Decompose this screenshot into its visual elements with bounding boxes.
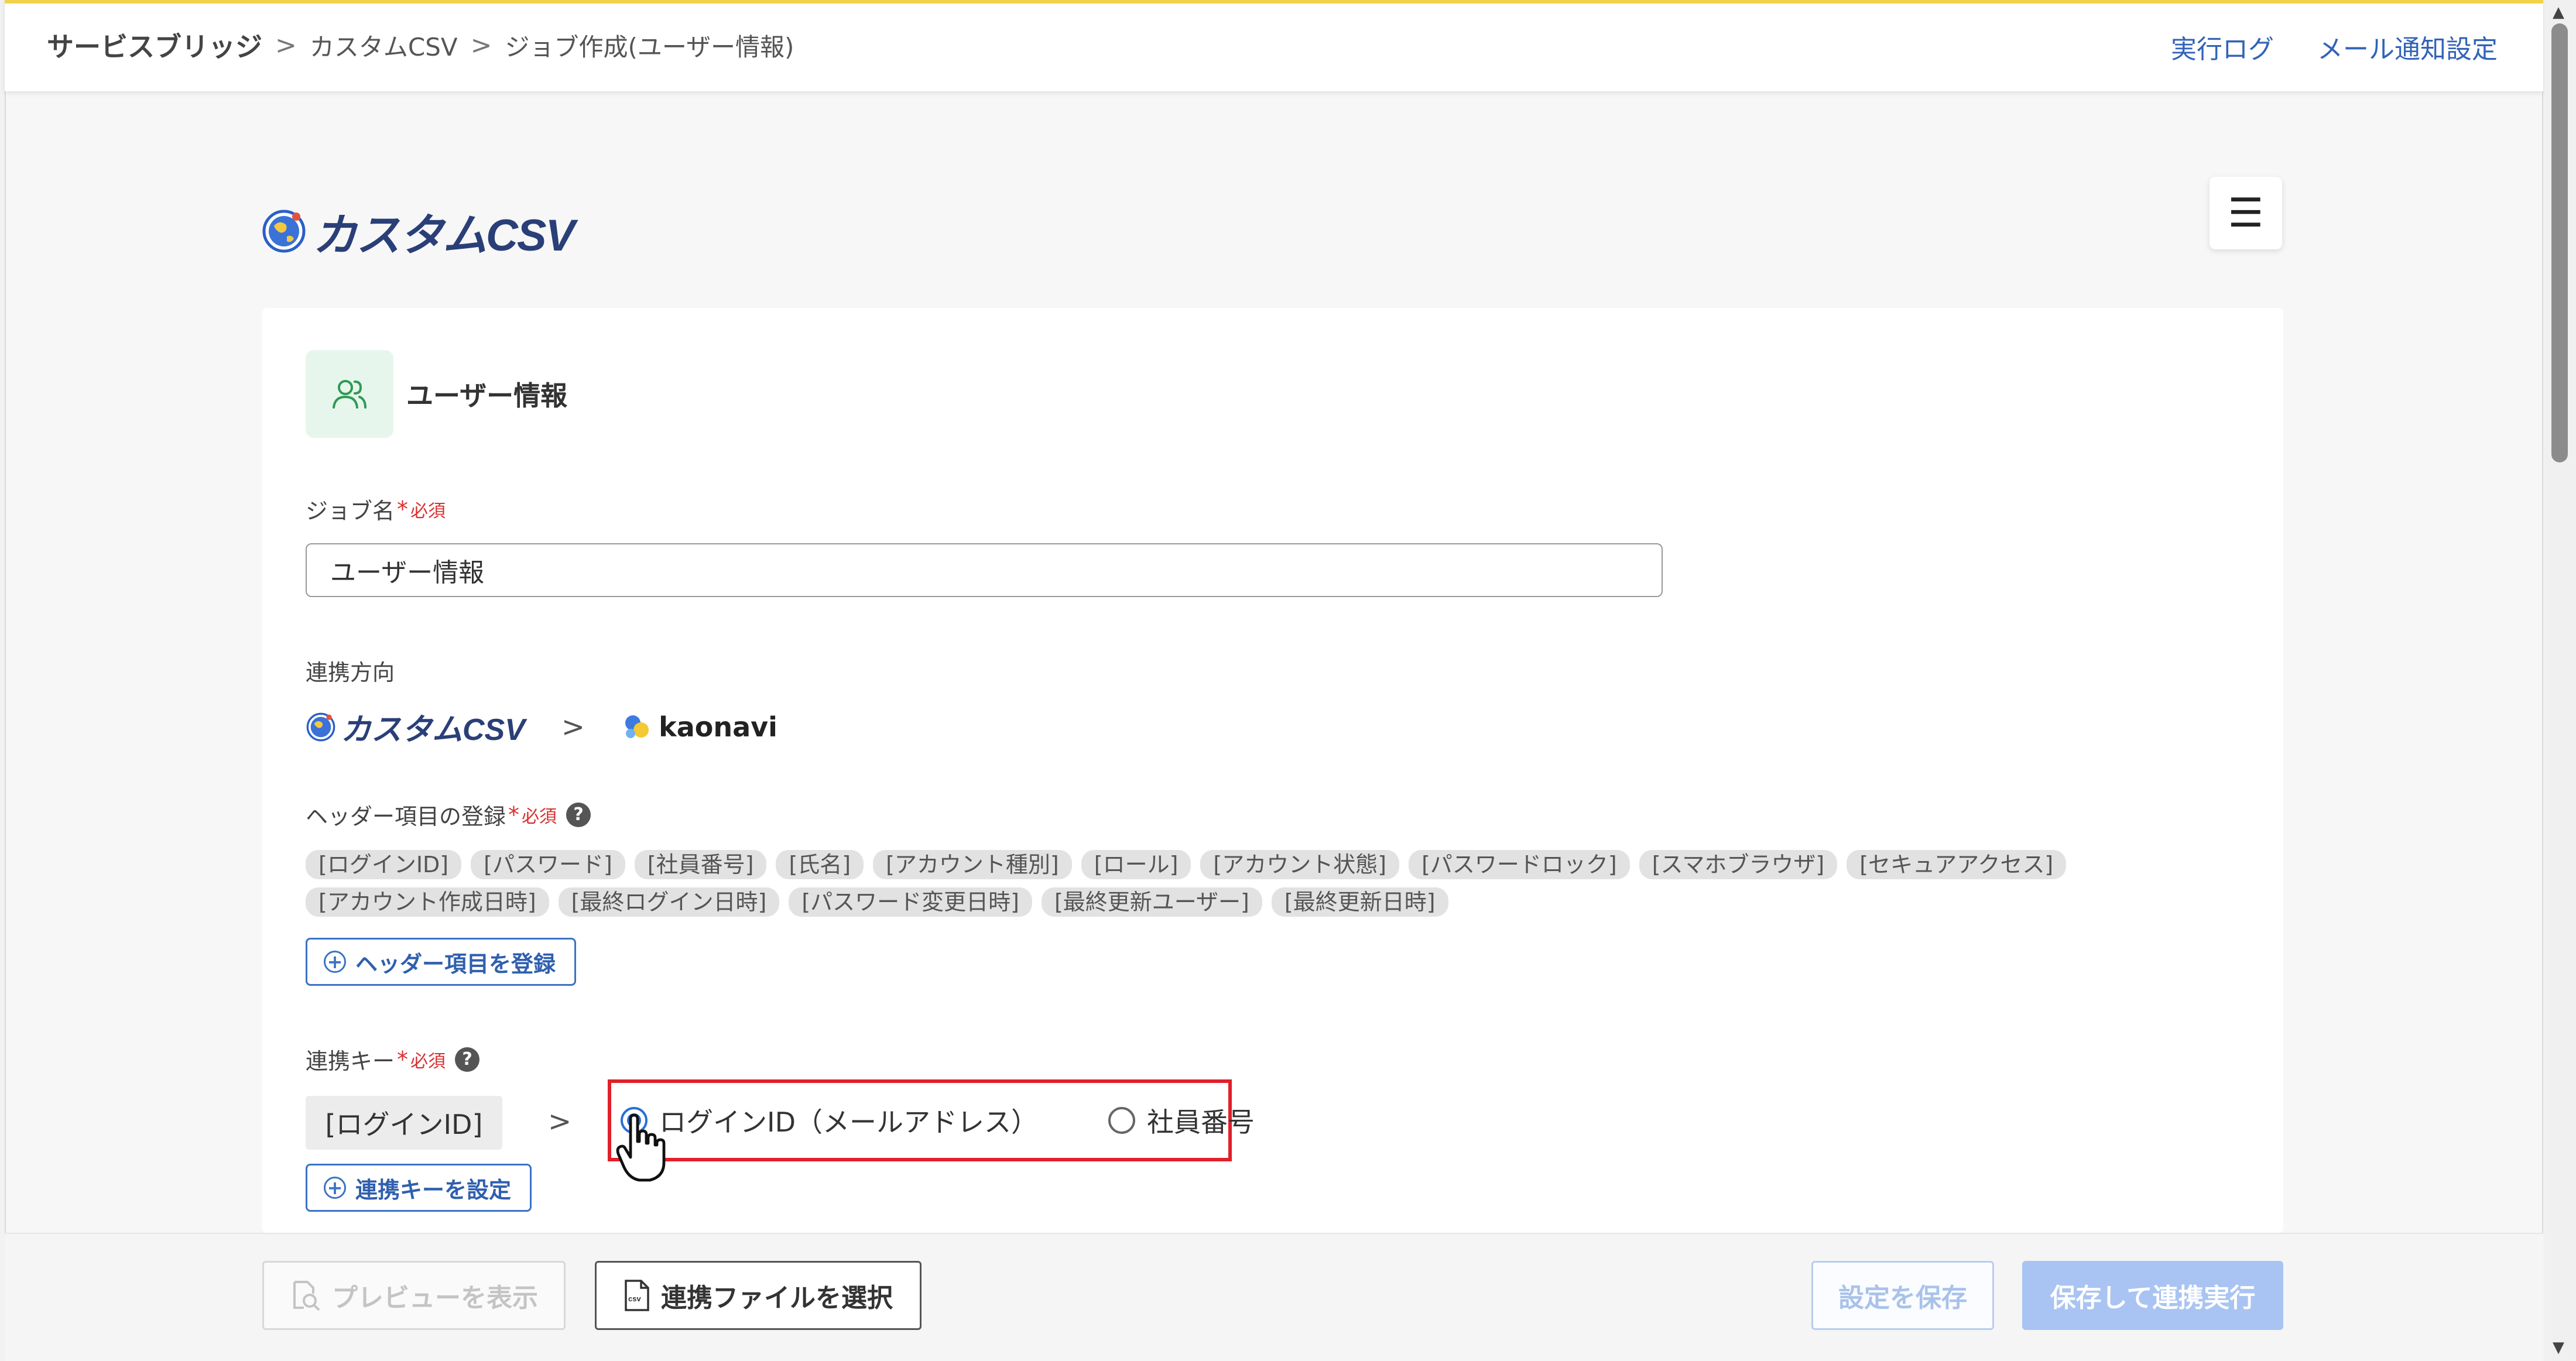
preview-search-icon — [290, 1280, 321, 1311]
job-name-label: ジョブ名 * 必須 — [306, 493, 446, 525]
header-chip: [最終更新ユーザー] — [1041, 887, 1262, 917]
direction-label: 連携方向 — [306, 654, 395, 687]
required-star: * — [397, 1046, 409, 1072]
save-and-run-button[interactable]: 保存して連携実行 — [2022, 1261, 2283, 1330]
required-star: * — [508, 801, 520, 828]
preview-button[interactable]: プレビューを表示 — [262, 1261, 566, 1330]
required-tag: 必須 — [410, 500, 446, 522]
register-header-button[interactable]: + ヘッダー項目を登録 — [306, 938, 577, 986]
csv-file-icon: csv — [624, 1279, 650, 1312]
header-chip: [パスワード変更日時] — [789, 887, 1032, 917]
radio-login-id-label: ログインID（メールアドレス） — [659, 1106, 1038, 1138]
breadcrumb-separator: > — [275, 30, 297, 60]
target-service-name: kaonavi — [659, 711, 777, 743]
job-name-label-text: ジョブ名 — [306, 498, 395, 524]
kaonavi-logo-icon — [625, 715, 649, 738]
header-chip: [最終更新日時] — [1271, 887, 1448, 917]
vertical-scrollbar[interactable]: ▲ ▼ — [2544, 0, 2576, 1361]
header-chip: [パスワード] — [471, 850, 625, 879]
header-items-label: ヘッダー項目の登録 * 必須 ? — [306, 798, 591, 831]
header-chip: [パスワードロック] — [1409, 850, 1630, 879]
required-star: * — [397, 496, 409, 522]
users-icon-box — [306, 350, 393, 438]
save-settings-button[interactable]: 設定を保存 — [1811, 1261, 1994, 1330]
chevron-right-icon: > — [548, 1105, 572, 1138]
link-key-label: 連携キー * 必須 ? — [306, 1043, 480, 1075]
header-links: 実行ログ メール通知設定 — [2171, 28, 2498, 66]
header-chip: [セキュアアクセス] — [1847, 850, 2067, 879]
plus-circle-icon: + — [324, 951, 346, 973]
top-bar: サービスブリッジ > カスタムCSV > ジョブ作成(ユーザー情報) 実行ログ … — [5, 0, 2543, 91]
header-chip: [ロール] — [1081, 850, 1191, 879]
header-chip-list: [ログインID] [パスワード] [社員番号] [氏名] [アカウント種別] [… — [306, 850, 2179, 917]
source-service-name: カスタムCSV — [341, 713, 525, 747]
save-settings-button-label: 設定を保存 — [1838, 1283, 1967, 1313]
header-chip: [社員番号] — [634, 850, 767, 879]
link-key-radio-group: ログインID（メールアドレス） 社員番号 — [608, 1079, 1255, 1161]
breadcrumb-item-custom-csv[interactable]: カスタムCSV — [310, 28, 458, 63]
header-chip: [アカウント種別] — [873, 850, 1072, 879]
users-icon — [333, 380, 366, 409]
breadcrumb-separator: > — [470, 30, 492, 60]
preview-button-label: プレビューを表示 — [332, 1283, 538, 1313]
help-icon[interactable]: ? — [455, 1047, 480, 1072]
breadcrumb-item-current: ジョブ作成(ユーザー情報) — [505, 32, 794, 61]
mail-settings-link[interactable]: メール通知設定 — [2317, 28, 2498, 66]
globe-logo-icon — [306, 712, 335, 741]
radio-button-unselected[interactable] — [1108, 1107, 1135, 1134]
direction-row: カスタムCSV > kaonavi — [306, 705, 777, 749]
radio-login-id[interactable]: ログインID（メールアドレス） — [621, 1101, 1038, 1140]
header-chip: [スマホブラウザ] — [1639, 850, 1838, 879]
set-link-key-button-label: 連携キーを設定 — [355, 1177, 512, 1203]
radio-employee-number[interactable]: 社員番号 — [1108, 1101, 1255, 1140]
execution-log-link[interactable]: 実行ログ — [2171, 28, 2274, 66]
job-title: ユーザー情報 — [406, 380, 568, 412]
globe-logo-icon — [262, 210, 306, 253]
set-link-key-button[interactable]: + 連携キーを設定 — [306, 1164, 532, 1212]
hand-pointer-cursor-icon — [616, 1113, 666, 1182]
header-chip: [最終ログイン日時] — [558, 887, 780, 917]
header-chip: [アカウント状態] — [1200, 850, 1400, 879]
header-chip: [氏名] — [776, 850, 864, 879]
link-key-source-field: [ログインID] — [306, 1096, 502, 1150]
required-tag: 必須 — [410, 1051, 446, 1072]
required-tag: 必須 — [522, 806, 557, 827]
hamburger-menu-button[interactable]: ☰ — [2210, 177, 2282, 249]
breadcrumb-item-service-bridge[interactable]: サービスブリッジ — [47, 26, 262, 64]
header-items-label-text: ヘッダー項目の登録 — [306, 804, 506, 829]
svg-text:csv: csv — [628, 1294, 641, 1303]
link-key-label-text: 連携キー — [306, 1048, 395, 1074]
scrollbar-thumb[interactable] — [2551, 23, 2568, 462]
logo-text: カスタムCSV — [313, 211, 575, 260]
header-chip: [アカウント作成日時] — [306, 887, 549, 917]
chevron-right-icon: > — [561, 710, 585, 743]
help-icon[interactable]: ? — [566, 802, 591, 827]
direction-label-text: 連携方向 — [306, 660, 395, 685]
scroll-up-arrow-icon[interactable]: ▲ — [2553, 4, 2564, 21]
select-file-button-label: 連携ファイルを選択 — [661, 1283, 893, 1313]
select-file-button[interactable]: csv 連携ファイルを選択 — [595, 1261, 922, 1330]
scroll-down-arrow-icon[interactable]: ▼ — [2553, 1339, 2564, 1356]
custom-csv-logo: カスタムCSV — [261, 199, 575, 263]
radio-employee-number-label: 社員番号 — [1147, 1106, 1255, 1138]
header-chip: [ログインID] — [306, 850, 462, 879]
hamburger-icon: ☰ — [2228, 190, 2264, 236]
register-header-button-label: ヘッダー項目を登録 — [355, 951, 556, 977]
breadcrumb: サービスブリッジ > カスタムCSV > ジョブ作成(ユーザー情報) — [47, 26, 794, 64]
job-name-input[interactable] — [306, 543, 1663, 597]
save-and-run-button-label: 保存して連携実行 — [2050, 1283, 2256, 1313]
plus-circle-icon: + — [324, 1177, 346, 1199]
job-form-card — [262, 308, 2283, 1233]
